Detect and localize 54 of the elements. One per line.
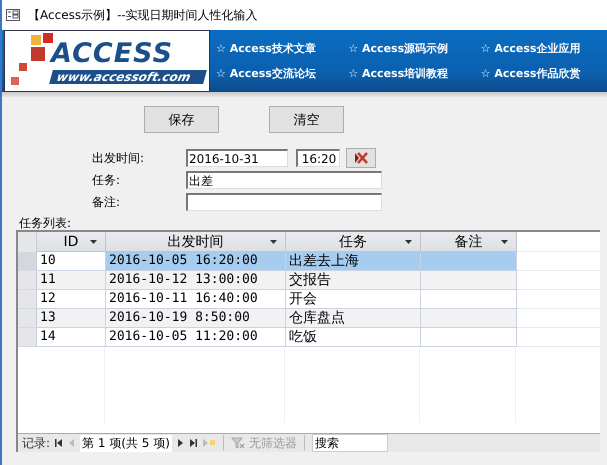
table-cell: 13 bbox=[37, 309, 106, 328]
clear-time-button[interactable] bbox=[346, 148, 376, 168]
row-selector[interactable] bbox=[18, 328, 37, 347]
column-header[interactable]: 备注 bbox=[421, 232, 517, 252]
first-record-icon[interactable] bbox=[54, 438, 64, 448]
table-cell: 仓库盘点 bbox=[286, 309, 421, 328]
row-selector[interactable] bbox=[18, 309, 37, 328]
field-label: 备注: bbox=[91, 194, 122, 210]
note-field[interactable] bbox=[186, 193, 382, 211]
table-cell: 14 bbox=[37, 328, 106, 347]
filter-icon bbox=[230, 437, 245, 449]
clear-icon bbox=[353, 152, 369, 164]
next-record-icon[interactable] bbox=[176, 438, 184, 448]
caret-icon bbox=[270, 240, 277, 244]
table-title: 任务列表: bbox=[19, 216, 72, 230]
caret-icon bbox=[90, 240, 97, 244]
banner-link[interactable]: ☆ Access企业应用 bbox=[480, 41, 607, 56]
search-field[interactable]: 搜索 bbox=[312, 434, 388, 452]
table-cell: 11 bbox=[37, 271, 106, 290]
form-button[interactable]: 清空 bbox=[269, 106, 344, 133]
logo: ACCESS www.accessoft.com bbox=[4, 30, 210, 92]
form-button[interactable]: 保存 bbox=[144, 106, 219, 133]
column-header[interactable]: 任务 bbox=[286, 232, 421, 252]
select-all-corner[interactable] bbox=[18, 232, 37, 252]
date-field[interactable]: 2016-10-31 bbox=[186, 149, 288, 167]
banner-link[interactable]: ☆ Access作品欣赏 bbox=[480, 66, 607, 81]
banner-link[interactable]: ☆ Access培训教程 bbox=[348, 66, 475, 81]
table-cell: 2016-10-12 13:00:00 bbox=[106, 271, 286, 290]
field-label: 出发时间: bbox=[91, 150, 146, 166]
column-header[interactable]: ID bbox=[37, 232, 106, 252]
last-record-icon[interactable] bbox=[188, 438, 198, 448]
banner-link[interactable]: ☆ Access源码示例 bbox=[348, 41, 475, 56]
field-label: 任务: bbox=[91, 172, 122, 188]
record-label: 记录: bbox=[22, 434, 50, 452]
time-field[interactable]: 16:20 bbox=[296, 149, 340, 167]
task-field[interactable]: 出差 bbox=[186, 171, 382, 189]
banner-link[interactable]: ☆ Access技术文章 bbox=[216, 41, 342, 56]
row-selector[interactable] bbox=[18, 271, 37, 290]
table-cell: 吃饭 bbox=[286, 328, 421, 347]
column-header[interactable]: 出发时间 bbox=[106, 232, 286, 252]
table-cell: 2016-10-05 11:20:00 bbox=[106, 328, 286, 347]
table-cell: 出差去上海 bbox=[286, 252, 421, 271]
banner-link[interactable]: ☆ Access交流论坛 bbox=[216, 66, 342, 81]
record-position-field[interactable]: 第 1 项(共 5 项) bbox=[80, 434, 172, 452]
table-cell: 交报告 bbox=[286, 271, 421, 290]
row-selector[interactable] bbox=[18, 252, 37, 271]
previous-record-icon[interactable] bbox=[68, 438, 76, 448]
form-icon bbox=[6, 9, 20, 21]
row-selector[interactable] bbox=[18, 290, 37, 309]
window-title: 【Access示例】--实现日期时间人性化输入 bbox=[28, 6, 258, 24]
table-cell: 2016-10-05 16:20:00 bbox=[106, 252, 286, 271]
caret-icon bbox=[501, 240, 508, 244]
table-cell: 2016-10-19 8:50:00 bbox=[106, 309, 286, 328]
caret-icon bbox=[405, 240, 412, 244]
